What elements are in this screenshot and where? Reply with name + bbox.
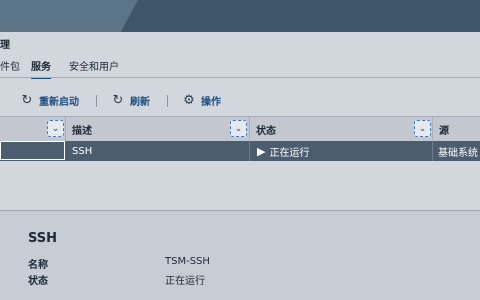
column-status[interactable]: 状态 xyxy=(256,117,276,141)
restart-label: 重新启动 xyxy=(39,96,79,108)
details-label-status: 状态 xyxy=(28,276,48,287)
tab-bar: 件包 服务 安全和用户 xyxy=(0,54,480,79)
cell-separator xyxy=(432,141,433,161)
refresh-label: 刷新 xyxy=(130,96,150,108)
play-icon: ▶ xyxy=(257,144,266,158)
filter-dropdown-icon[interactable]: ⌄ xyxy=(230,120,247,137)
toolbar-separator xyxy=(96,95,97,107)
page-title: 理 xyxy=(0,40,10,51)
row-status: ▶ 正在运行 xyxy=(257,141,309,161)
cell-separator xyxy=(249,141,250,161)
column-label: 状态 xyxy=(256,125,276,137)
top-banner xyxy=(0,0,480,32)
toolbar: ↻ 重新启动 ↻ 刷新 ⚙ 操作 xyxy=(0,88,480,112)
details-title: SSH xyxy=(28,231,58,246)
row-source: 基础系统 xyxy=(438,147,478,159)
gear-icon: ⚙ xyxy=(183,92,195,108)
details-value-status: 正在运行 xyxy=(165,276,205,287)
actions-label: 操作 xyxy=(201,96,221,108)
tab-services[interactable]: 服务 xyxy=(31,58,51,79)
row-description: SSH xyxy=(72,145,93,157)
details-label-name: 名称 xyxy=(28,260,48,271)
column-label: 描述 xyxy=(72,125,92,137)
column-separator xyxy=(65,117,66,141)
filter-dropdown-icon[interactable]: ⌄ xyxy=(414,120,431,137)
refresh-icon: ↻ xyxy=(112,92,124,108)
table-header: ⌄ 描述 ⌄ 状态 ⌄ 源 xyxy=(0,116,480,142)
restart-button[interactable]: ↻ 重新启动 xyxy=(20,92,79,108)
banner-decoration xyxy=(0,0,160,32)
table-row[interactable]: SSH ▶ 正在运行 基础系统 xyxy=(0,141,480,161)
column-separator xyxy=(249,117,250,141)
column-separator xyxy=(432,117,433,141)
tab-packages[interactable]: 件包 xyxy=(0,58,20,73)
column-label: 源 xyxy=(439,125,449,137)
actions-button[interactable]: ⚙ 操作 xyxy=(182,92,221,108)
row-first-cell[interactable] xyxy=(0,141,65,160)
details-value-name: TSM-SSH xyxy=(165,256,210,267)
column-source[interactable]: 源 xyxy=(439,117,449,141)
row-status-label: 正在运行 xyxy=(269,147,310,159)
toolbar-separator xyxy=(167,95,168,107)
tab-security-users[interactable]: 安全和用户 xyxy=(69,58,119,73)
details-panel xyxy=(0,211,480,300)
column-description[interactable]: 描述 xyxy=(72,117,92,141)
restart-icon: ↻ xyxy=(21,92,33,108)
refresh-button[interactable]: ↻ 刷新 xyxy=(111,92,150,108)
filter-dropdown-icon[interactable]: ⌄ xyxy=(47,120,64,137)
tabs-divider xyxy=(0,77,480,78)
